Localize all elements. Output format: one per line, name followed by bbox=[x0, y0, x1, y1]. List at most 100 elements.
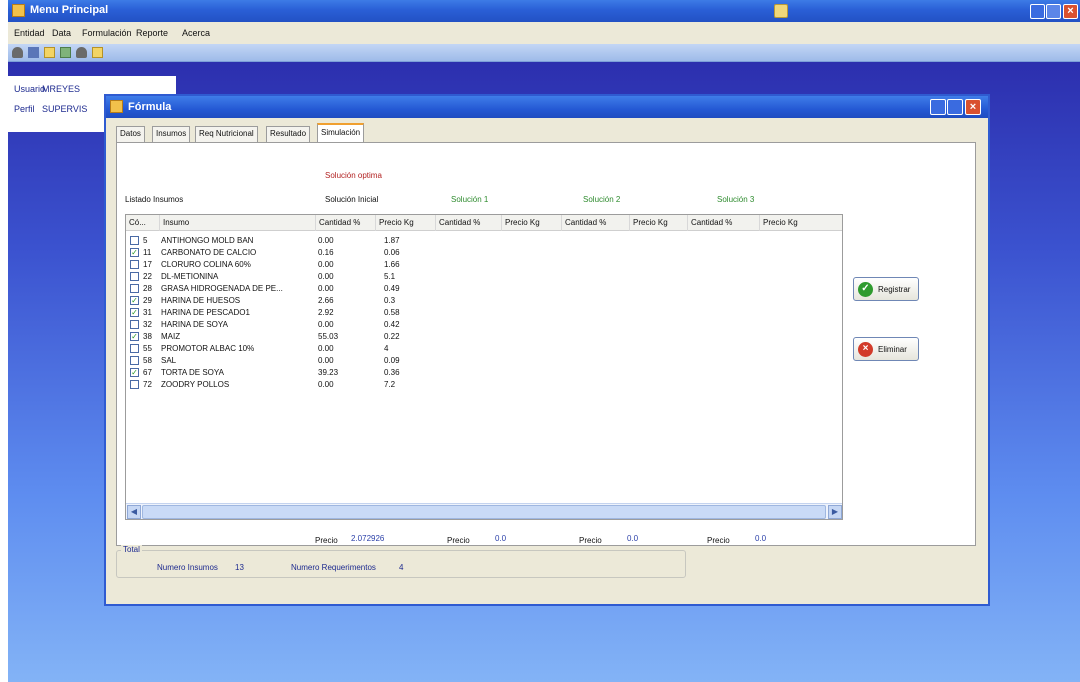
row-checkbox[interactable] bbox=[130, 320, 139, 329]
scroll-right-icon[interactable]: ▶ bbox=[828, 505, 842, 519]
precio-s2-value: 0.0 bbox=[627, 534, 639, 543]
col-precio-inicial[interactable]: Precio Kg bbox=[376, 215, 436, 231]
cell-precio: 5.1 bbox=[384, 272, 396, 281]
registrar-label: Registrar bbox=[878, 285, 911, 294]
table-row[interactable]: ✓ 38 MAIZ 55.03 0.22 bbox=[126, 331, 842, 343]
main-window-title: Menu Principal bbox=[30, 4, 109, 16]
cell-precio: 1.87 bbox=[384, 236, 400, 245]
check-icon: ✓ bbox=[858, 282, 873, 297]
menu-formulacion[interactable]: Formulación bbox=[82, 28, 132, 38]
col-insumo[interactable]: Insumo bbox=[160, 215, 316, 231]
row-checkbox[interactable] bbox=[130, 356, 139, 365]
cell-precio: 0.49 bbox=[384, 284, 400, 293]
person-icon[interactable] bbox=[76, 47, 87, 58]
precio-inicial-label: Precio bbox=[315, 536, 338, 545]
scroll-thumb[interactable] bbox=[142, 505, 826, 519]
row-checkbox[interactable]: ✓ bbox=[130, 368, 139, 377]
cell-precio: 0.06 bbox=[384, 248, 400, 257]
col-precio-s1[interactable]: Precio Kg bbox=[502, 215, 562, 231]
col-codigo[interactable]: Có... bbox=[126, 215, 160, 231]
row-checkbox[interactable]: ✓ bbox=[130, 296, 139, 305]
maximize-button[interactable] bbox=[1046, 4, 1061, 19]
cell-code: 17 bbox=[143, 260, 152, 269]
numero-insumos-label: Numero Insumos bbox=[157, 563, 218, 572]
registrar-button[interactable]: ✓ Registrar bbox=[853, 277, 919, 301]
table-row[interactable]: 17 CLORURO COLINA 60% 0.00 1.66 bbox=[126, 259, 842, 271]
cell-code: 22 bbox=[143, 272, 152, 281]
table-row[interactable]: 72 ZOODRY POLLOS 0.00 7.2 bbox=[126, 379, 842, 391]
tab-req-nutricional[interactable]: Req Nutricional bbox=[195, 126, 258, 142]
cell-cantidad: 0.00 bbox=[318, 260, 334, 269]
numero-insumos-value: 13 bbox=[235, 563, 244, 572]
col-cantidad-s2[interactable]: Cantidad % bbox=[562, 215, 630, 231]
arrow-icon[interactable] bbox=[28, 47, 39, 58]
col-precio-s3[interactable]: Precio Kg bbox=[760, 215, 842, 231]
solucion-2-label: Solución 2 bbox=[583, 195, 621, 204]
table-row[interactable]: ✓ 11 CARBONATO DE CALCIO 0.16 0.06 bbox=[126, 247, 842, 259]
cell-insumo: PROMOTOR ALBAC 10% bbox=[161, 344, 255, 353]
table-row[interactable]: ✓ 31 HARINA DE PESCADO1 2.92 0.58 bbox=[126, 307, 842, 319]
cell-cantidad: 0.00 bbox=[318, 236, 334, 245]
tab-datos[interactable]: Datos bbox=[116, 126, 145, 142]
formula-window: Fórmula × Datos Insumos Req Nutricional … bbox=[104, 94, 990, 606]
cell-insumo: SAL bbox=[161, 356, 177, 365]
col-cantidad-s1[interactable]: Cantidad % bbox=[436, 215, 502, 231]
cell-precio: 7.2 bbox=[384, 380, 396, 389]
cell-insumo: GRASA HIDROGENADA DE PE... bbox=[161, 284, 283, 293]
col-precio-s2[interactable]: Precio Kg bbox=[630, 215, 688, 231]
menu-data[interactable]: Data bbox=[52, 28, 71, 38]
row-checkbox[interactable] bbox=[130, 344, 139, 353]
table-row[interactable]: 5 ANTIHONGO MOLD BAN 0.00 1.87 bbox=[126, 235, 842, 247]
table-row[interactable]: 55 PROMOTOR ALBAC 10% 0.00 4 bbox=[126, 343, 842, 355]
formula-titlebar[interactable]: Fórmula × bbox=[106, 96, 988, 118]
cell-code: 28 bbox=[143, 284, 152, 293]
main-titlebar[interactable]: Menu Principal × bbox=[8, 0, 1080, 22]
solucion-1-label: Solución 1 bbox=[451, 195, 489, 204]
perfil-value: SUPERVIS bbox=[42, 104, 88, 114]
menu-reporte[interactable]: Reporte bbox=[136, 28, 168, 38]
formula-minimize-button[interactable] bbox=[930, 99, 946, 115]
row-checkbox[interactable]: ✓ bbox=[130, 308, 139, 317]
grid-header: Có... Insumo Cantidad % Precio Kg Cantid… bbox=[126, 215, 842, 231]
table-row[interactable]: ✓ 67 TORTA DE SOYA 39.23 0.36 bbox=[126, 367, 842, 379]
cell-cantidad: 0.16 bbox=[318, 248, 334, 257]
row-checkbox[interactable]: ✓ bbox=[130, 248, 139, 257]
eliminar-label: Eliminar bbox=[878, 345, 907, 354]
menu-entidad[interactable]: Entidad bbox=[14, 28, 45, 38]
cell-precio: 0.42 bbox=[384, 320, 400, 329]
table-row[interactable]: 32 HARINA DE SOYA 0.00 0.42 bbox=[126, 319, 842, 331]
document-icon[interactable] bbox=[44, 47, 55, 58]
table-row[interactable]: 28 GRASA HIDROGENADA DE PE... 0.00 0.49 bbox=[126, 283, 842, 295]
row-checkbox[interactable] bbox=[130, 380, 139, 389]
precio-s3-label: Precio bbox=[707, 536, 730, 545]
close-button[interactable]: × bbox=[1063, 4, 1078, 19]
eliminar-button[interactable]: × Eliminar bbox=[853, 337, 919, 361]
row-checkbox[interactable] bbox=[130, 284, 139, 293]
table-row[interactable]: 58 SAL 0.00 0.09 bbox=[126, 355, 842, 367]
tab-insumos[interactable]: Insumos bbox=[152, 126, 191, 142]
row-checkbox[interactable] bbox=[130, 236, 139, 245]
user-icon[interactable] bbox=[12, 47, 23, 58]
minimize-button[interactable] bbox=[1030, 4, 1045, 19]
grid-icon[interactable] bbox=[60, 47, 71, 58]
row-checkbox[interactable] bbox=[130, 272, 139, 281]
folder-icon[interactable] bbox=[92, 47, 103, 58]
col-cantidad-s3[interactable]: Cantidad % bbox=[688, 215, 760, 231]
table-row[interactable]: ✓ 29 HARINA DE HUESOS 2.66 0.3 bbox=[126, 295, 842, 307]
row-checkbox[interactable]: ✓ bbox=[130, 332, 139, 341]
usuario-value: MREYES bbox=[42, 84, 81, 94]
formula-close-button[interactable]: × bbox=[965, 99, 981, 115]
horizontal-scrollbar[interactable]: ◀ ▶ bbox=[126, 503, 842, 519]
formula-maximize-button[interactable] bbox=[947, 99, 963, 115]
cell-insumo: CLORURO COLINA 60% bbox=[161, 260, 251, 269]
insumos-grid[interactable]: Có... Insumo Cantidad % Precio Kg Cantid… bbox=[125, 214, 843, 520]
table-row[interactable]: 22 DL-METIONINA 0.00 5.1 bbox=[126, 271, 842, 283]
col-cantidad-inicial[interactable]: Cantidad % bbox=[316, 215, 376, 231]
cell-cantidad: 0.00 bbox=[318, 380, 334, 389]
lock-icon[interactable] bbox=[774, 4, 788, 18]
menu-acerca[interactable]: Acerca bbox=[182, 28, 210, 38]
row-checkbox[interactable] bbox=[130, 260, 139, 269]
tab-simulacion[interactable]: Simulación bbox=[317, 123, 365, 143]
tab-resultado[interactable]: Resultado bbox=[266, 126, 311, 142]
scroll-left-icon[interactable]: ◀ bbox=[127, 505, 141, 519]
